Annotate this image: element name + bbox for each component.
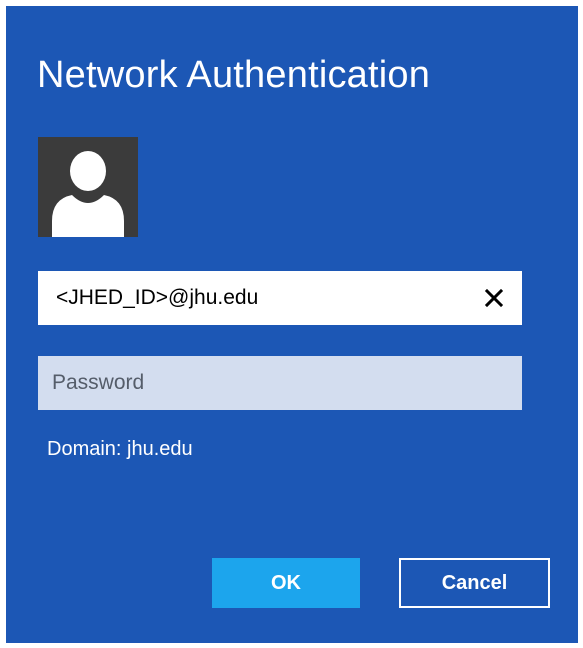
user-silhouette-icon (52, 151, 124, 237)
username-field-container (38, 271, 522, 325)
network-authentication-dialog: Network Authentication Domain: jhu.edu O… (6, 6, 578, 643)
close-icon (484, 288, 504, 308)
password-field-container (38, 356, 522, 410)
cancel-button[interactable]: Cancel (399, 558, 550, 608)
domain-label: Domain: jhu.edu (47, 438, 193, 460)
password-input[interactable] (38, 356, 522, 410)
dialog-title: Network Authentication (37, 54, 431, 96)
avatar (38, 137, 138, 237)
clear-username-button[interactable] (480, 284, 508, 312)
ok-button[interactable]: OK (212, 558, 360, 608)
username-input[interactable] (38, 271, 522, 325)
